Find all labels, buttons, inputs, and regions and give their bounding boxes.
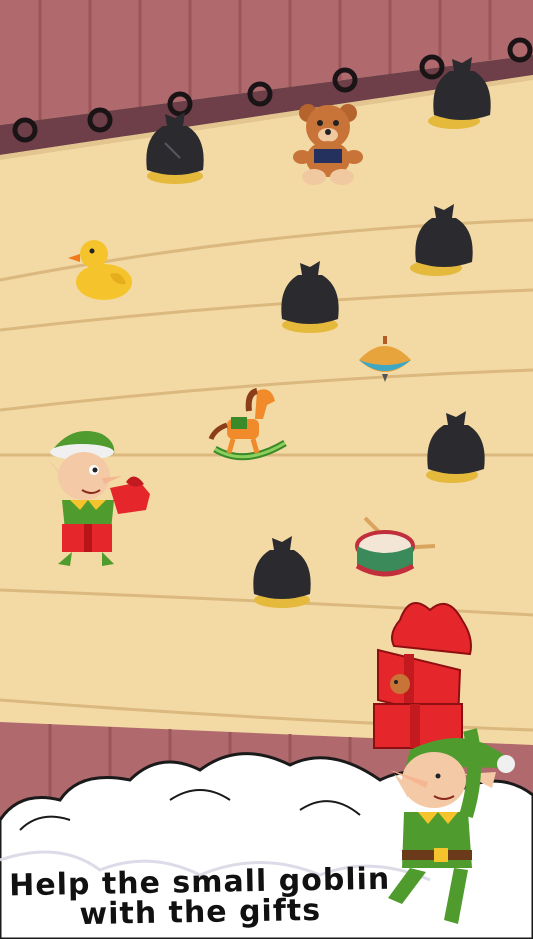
game-scene (0, 0, 533, 939)
tutorial-caption: Help the small goblin with the gifts (0, 862, 400, 932)
